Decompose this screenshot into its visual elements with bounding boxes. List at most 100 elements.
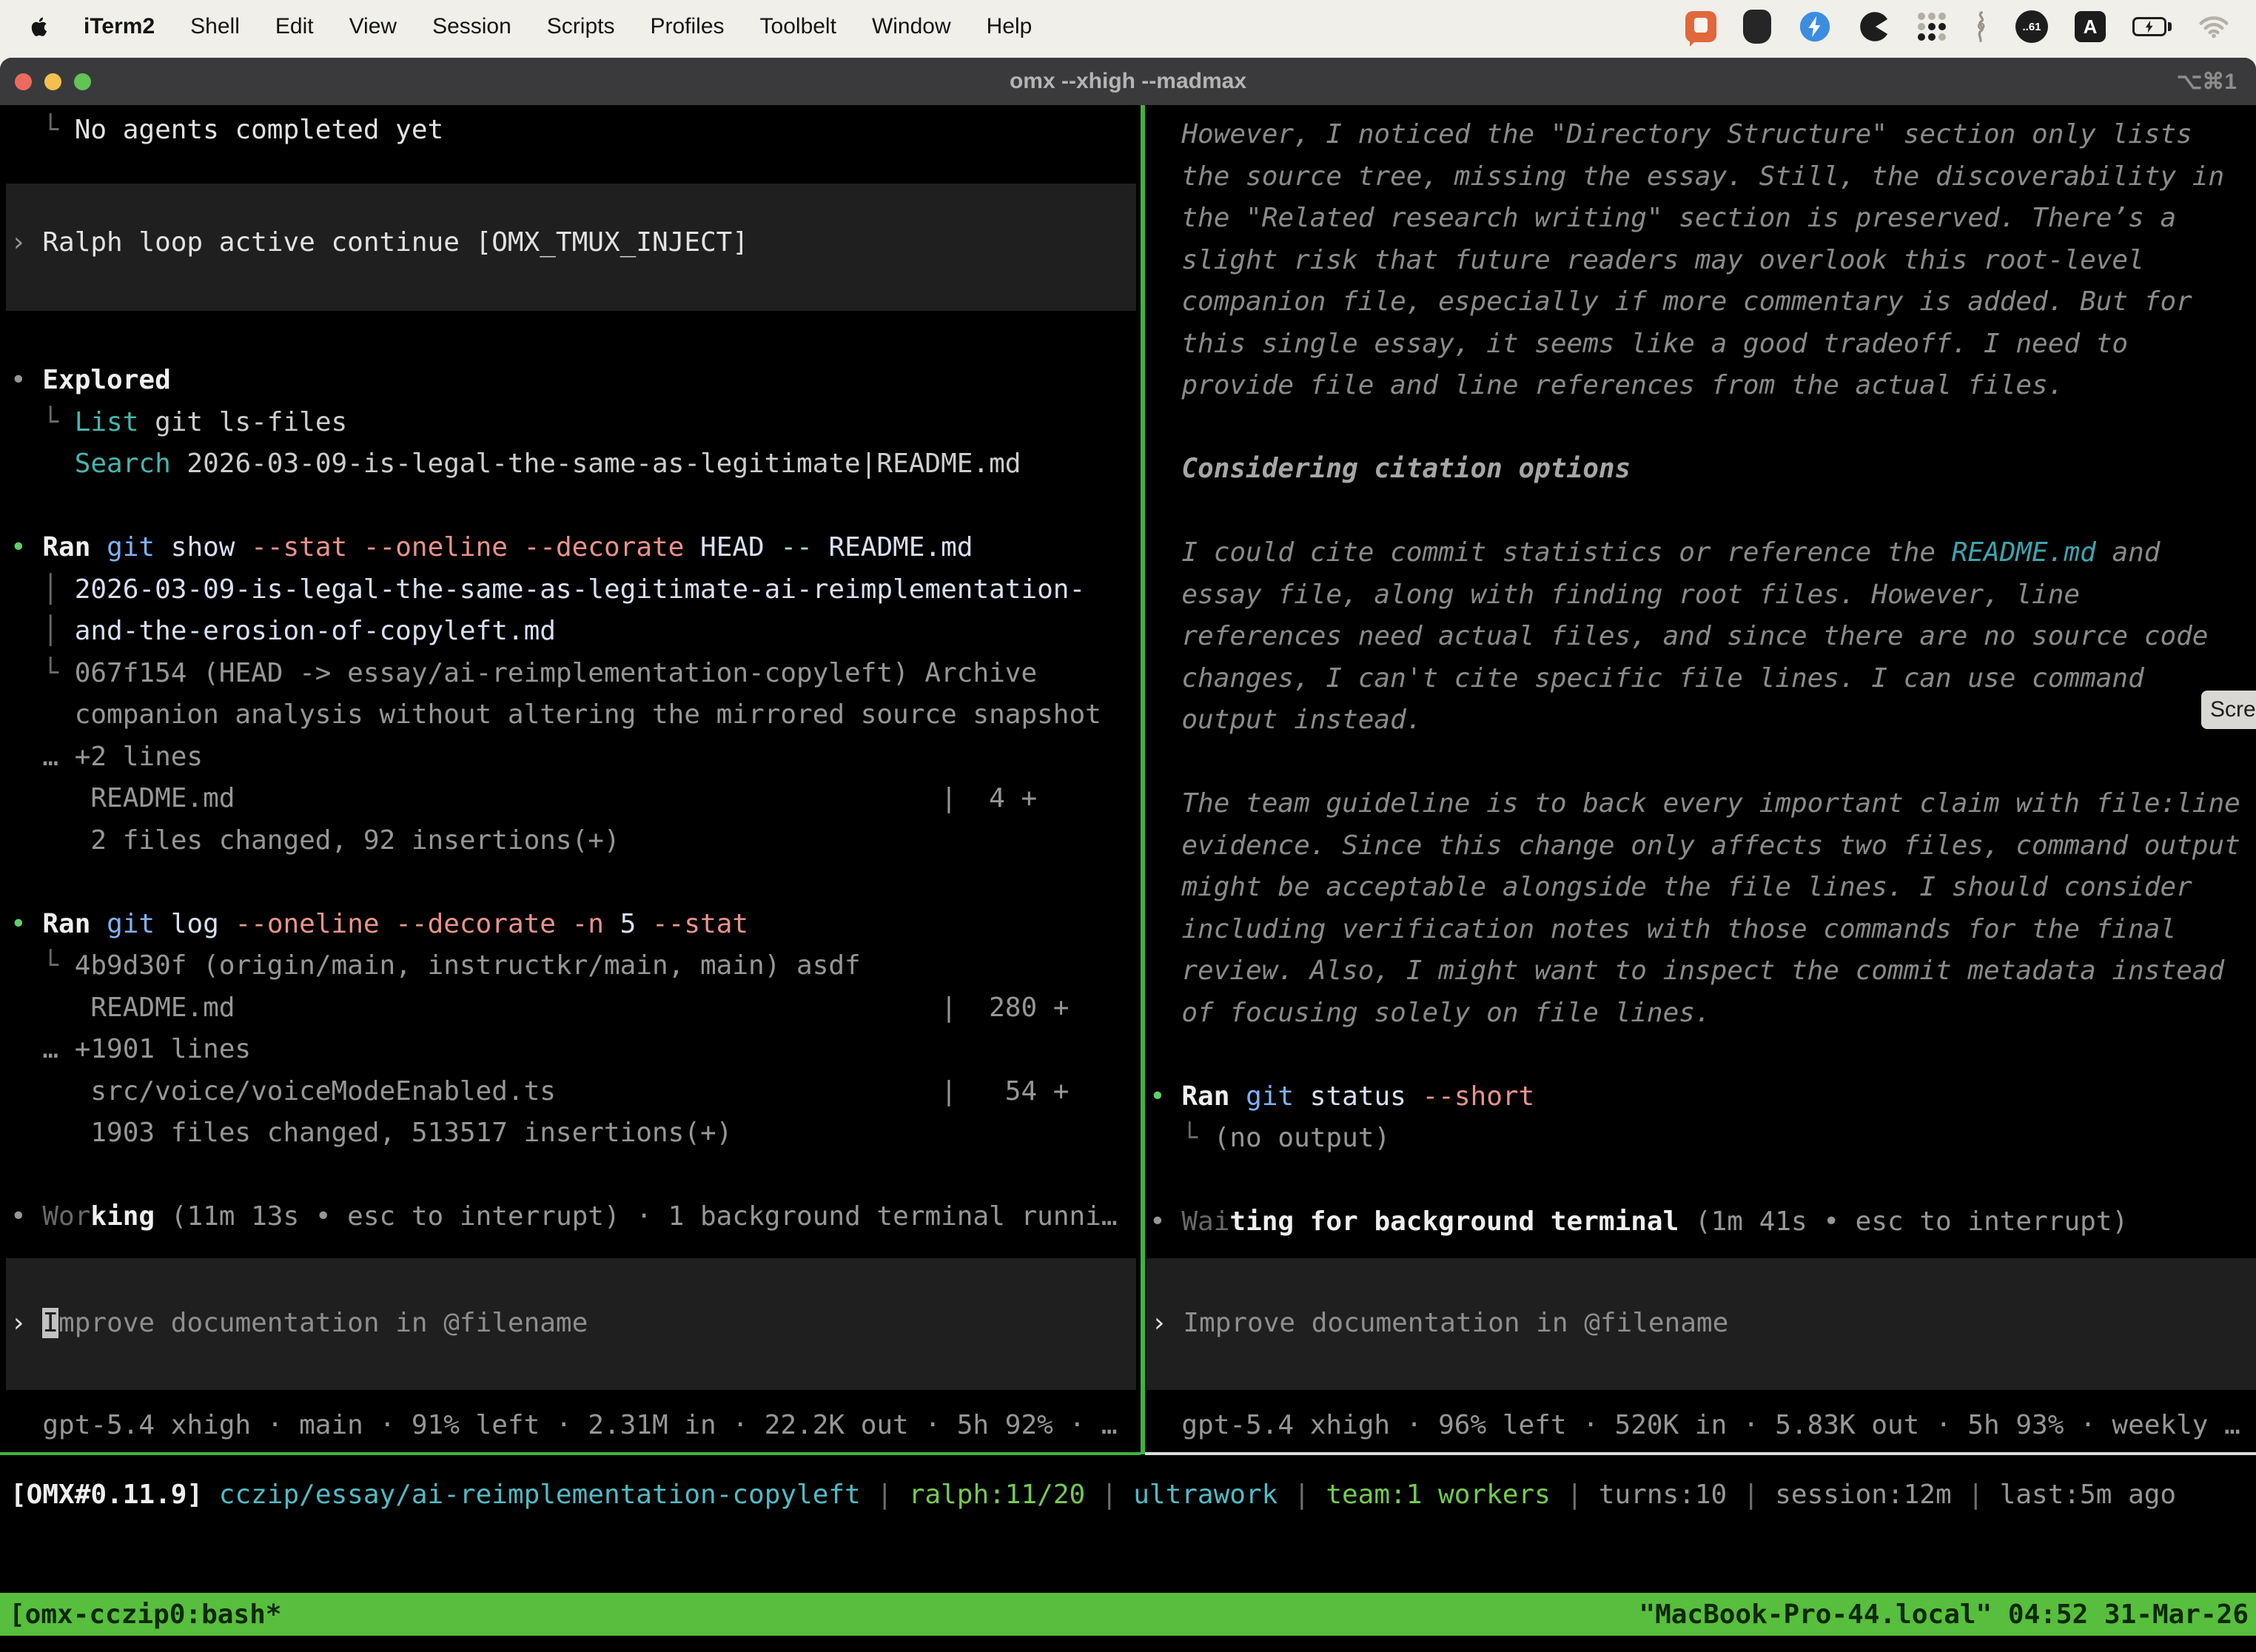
terminal-line [10,486,1138,528]
terminal-line: • Ran git log --oneline --decorate -n 5 … [10,904,1138,946]
menu-profiles[interactable]: Profiles [650,14,724,39]
terminal-line: └ (no output) [1149,1118,2256,1160]
terminal-line: … +2 lines [10,736,1138,779]
menu-edit[interactable]: Edit [275,14,314,39]
menu-view[interactable]: View [349,14,397,39]
terminal-line [1149,742,2256,784]
iterm2-window: omx --xhigh --madmax ⌥⌘1 └ No agents com… [0,58,2256,1652]
terminal-line: evidence. Since this change only affects… [1149,825,2256,867]
terminal-line: provide file and line references from th… [1149,365,2256,407]
menu-session[interactable]: Session [432,14,511,39]
menu-window[interactable]: Window [872,14,951,39]
pie-notch-icon[interactable] [1859,10,1891,43]
terminal-line: this single essay, it seems like a good … [1149,323,2256,366]
terminal-line: output instead. [1149,699,2256,742]
desktop: iTerm2 Shell Edit View Session Scripts P… [0,0,2256,1652]
squiggle-icon[interactable] [1973,10,1989,44]
terminal-content: └ No agents completed yet › Ralph loop a… [0,105,2256,1652]
model-status-left: gpt-5.4 xhigh · main · 91% left · 2.31M … [10,1405,1118,1447]
terminal-line: the "Related research writing" section i… [1149,198,2256,240]
gauge-label: ..61 [2022,21,2041,33]
terminal-line: Search 2026-03-09-is-legal-the-same-as-l… [10,443,1138,486]
terminal-line [1149,1160,2256,1202]
terminal-line: │ 2026-03-09-is-legal-the-same-as-legiti… [10,569,1138,611]
terminal-line: of focusing solely on file lines. [1149,993,2256,1035]
terminal-line: • Waiting for background terminal (1m 41… [1149,1201,2256,1243]
terminal-line: I could cite commit statistics or refere… [1149,532,2256,574]
pane-border-bottom-left [0,1452,1141,1455]
terminal-line: • Ran git show --stat --oneline --decora… [10,527,1138,569]
terminal-line: └ 4b9d30f (origin/main, instructkr/main,… [10,945,1138,987]
input-source-label: A [2084,16,2098,38]
terminal-pane-left[interactable]: └ No agents completed yet › Ralph loop a… [0,105,1141,1452]
terminal-line: src/voice/voiceModeEnabled.ts | 54 + [10,1071,1138,1113]
terminal-line: slight risk that future readers may over… [1149,240,2256,282]
window-title-bar[interactable]: omx --xhigh --madmax ⌥⌘1 [0,58,2256,105]
omx-status-bar: [OMX#0.11.9] cczip/essay/ai-reimplementa… [10,1474,2176,1517]
terminal-line: └ List git ls-files [10,402,1138,444]
terminal-line: Considering citation options [1149,449,2256,491]
terminal-line: • Working (11m 13s • esc to interrupt) ·… [10,1196,1138,1238]
terminal-pane-right[interactable]: However, I noticed the "Directory Struct… [1145,105,2256,1452]
input-source-icon[interactable]: A [2075,11,2106,42]
prompt-input-right[interactable]: › Improve documentation in @filename [1147,1258,2256,1390]
terminal-line [10,1155,1138,1197]
menu-scripts[interactable]: Scripts [547,14,615,39]
battery-icon[interactable] [2132,17,2172,36]
menu-help[interactable]: Help [987,14,1033,39]
agent-transcript-left: • Explored └ List git ls-files Search 20… [10,360,1138,1238]
tmux-status-bar: [omx-cczip0:bash* "MacBook-Pro-44.local"… [0,1593,2256,1636]
close-button[interactable] [15,73,32,90]
prompt-input-left[interactable]: › Improve documentation in @filename [6,1258,1136,1390]
menu-shell[interactable]: Shell [190,14,240,39]
screen-share-chip[interactable]: Scre [2201,691,2256,729]
agent-transcript-right: However, I noticed the "Directory Struct… [1149,114,2256,1243]
terminal-line [10,862,1138,904]
terminal-line: 2 files changed, 92 insertions(+) [10,820,1138,862]
terminal-line: └ No agents completed yet [10,110,1133,152]
terminal-line: The team guideline is to back every impo… [1149,783,2256,825]
macos-menu-bar: iTerm2 Shell Edit View Session Scripts P… [0,0,2256,53]
menu-app-name[interactable]: iTerm2 [84,14,155,39]
terminal-line: README.md | 4 + [10,778,1138,820]
prompt-input-right-text: › Improve documentation in @filename [1151,1303,2256,1345]
terminal-line [1149,1034,2256,1076]
terminal-line: README.md | 280 + [10,987,1138,1030]
agent-status-line: └ No agents completed yet [10,110,1133,152]
terminal-line: references need actual files, and since … [1149,616,2256,658]
ralph-loop-box: › Ralph loop active continue [OMX_TMUX_I… [6,184,1136,311]
pane-border-bottom-right [1145,1452,2256,1455]
terminal-line [1149,491,2256,533]
keypad-shield-icon[interactable] [1743,10,1771,44]
ralph-loop-message: › Ralph loop active continue [OMX_TMUX_I… [10,222,1136,264]
terminal-line: │ and-the-erosion-of-copyleft.md [10,611,1138,653]
dots-grid-icon[interactable] [1918,13,1946,41]
window-title: omx --xhigh --madmax [1010,69,1246,94]
terminal-line: • Ran git status --short [1149,1076,2256,1118]
model-status-right: gpt-5.4 xhigh · 96% left · 520K in · 5.8… [1149,1405,2240,1447]
terminal-line [1149,407,2256,449]
tmux-host-clock: "MacBook-Pro-44.local" 04:52 31-Mar-26 [1639,1599,2249,1630]
apple-menu-icon[interactable] [30,16,48,38]
terminal-line: companion file, especially if more comme… [1149,281,2256,323]
gauge-icon[interactable]: ..61 [2015,10,2048,43]
prompt-input-left-text: › Improve documentation in @filename [10,1303,1136,1345]
terminal-line: essay file, along with finding root file… [1149,574,2256,617]
zoom-button[interactable] [74,73,91,90]
terminal-line: companion analysis without altering the … [10,694,1138,736]
terminal-line: • Explored [10,360,1138,402]
minimize-button[interactable] [44,73,61,90]
bolt-badge-icon[interactable] [1798,10,1832,44]
menu-toolbelt[interactable]: Toolbelt [760,14,836,39]
wifi-icon[interactable] [2198,15,2229,38]
terminal-line: … +1901 lines [10,1029,1138,1071]
terminal-line: └ 067f154 (HEAD -> essay/ai-reimplementa… [10,653,1138,695]
terminal-line: the source tree, missing the essay. Stil… [1149,156,2256,198]
terminal-line: including verification notes with those … [1149,909,2256,951]
window-shortcut-badge: ⌥⌘1 [2177,69,2237,95]
terminal-line: changes, I can't cite specific file line… [1149,658,2256,700]
screenshot-chat-icon[interactable] [1685,11,1716,42]
terminal-line: However, I noticed the "Directory Struct… [1149,114,2256,156]
terminal-line: might be acceptable alongside the file l… [1149,867,2256,909]
terminal-line: 1903 files changed, 513517 insertions(+) [10,1112,1138,1155]
